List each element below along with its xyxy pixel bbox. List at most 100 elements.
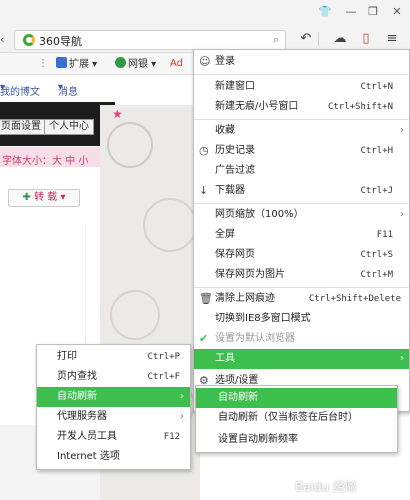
main-menu: ☺ 登录 新建窗口 Ctrl+N 新建无痕/小号窗口 Ctrl+Shift+N …	[193, 49, 410, 412]
more-icon[interactable]: ⋮	[38, 57, 48, 71]
menu-divider	[194, 203, 409, 204]
menu-item-label: 登录	[215, 56, 235, 67]
repost-label: 转 载	[34, 192, 58, 203]
menu-item-label: 开发人员工具	[57, 431, 117, 442]
close-icon[interactable]: ✕	[390, 5, 404, 19]
title-bar: 👕 — ❐ ✕	[0, 0, 410, 27]
menu-item-label: 清除上网痕迹	[215, 293, 275, 304]
nav-label: 我的博文	[0, 87, 40, 98]
menu-item-label: 自动刷新	[57, 391, 97, 402]
menu-item-label: 切换到IE8多窗口模式	[215, 313, 311, 324]
menu-item-new-window[interactable]: 新建窗口 Ctrl+N	[194, 77, 409, 97]
favorite-extensions[interactable]: 扩展 ▾	[56, 57, 97, 72]
plus-icon: ✚	[22, 192, 31, 203]
font-size-large[interactable]: 大	[52, 156, 62, 167]
cloud-icon[interactable]: ☁	[332, 30, 348, 48]
chevron-right-icon: ›	[180, 411, 184, 422]
tools-item-internet-options[interactable]: Internet 选项	[37, 447, 190, 467]
chevron-right-icon: ›	[400, 125, 404, 136]
menu-item-ie8-mode[interactable]: 切换到IE8多窗口模式	[194, 309, 409, 329]
favorite-bank[interactable]: 网银 ▾	[115, 57, 156, 72]
menu-item-label: 新建无痕/小号窗口	[215, 101, 299, 112]
nav-my-posts[interactable]: 我的博文 ▾	[0, 82, 40, 98]
menu-divider	[194, 74, 409, 75]
menu-item-shortcut: Ctrl+J	[360, 186, 393, 196]
menu-item-zoom[interactable]: 网页缩放（100%） ›	[194, 205, 409, 225]
tools-item-auto-refresh[interactable]: 自动刷新 ›	[37, 387, 190, 407]
menu-item-label: 新建窗口	[215, 81, 255, 92]
nav-messages[interactable]: 消息 ▾	[58, 82, 78, 98]
menu-item-label: 广告过滤	[215, 165, 255, 176]
font-size-label: 字体大小：	[2, 156, 52, 167]
tools-item-find[interactable]: 页内查找 Ctrl+F	[37, 367, 190, 387]
menu-item-shortcut: Ctrl+Shift+N	[327, 102, 393, 112]
menu-item-downloader[interactable]: ↓ 下载器 Ctrl+J	[194, 181, 409, 201]
menu-item-login[interactable]: ☺ 登录	[194, 52, 409, 72]
menu-item-tools[interactable]: 工具 ›	[194, 349, 409, 369]
page-settings-button[interactable]: 页面设置	[0, 119, 46, 135]
menu-item-ad-filter[interactable]: 广告过滤	[194, 161, 409, 181]
menu-item-set-default: ✔ 设置为默认浏览器	[194, 329, 409, 349]
menu-item-save-page[interactable]: 保存网页 Ctrl+S	[194, 245, 409, 265]
menu-icon[interactable]: ≡	[384, 30, 400, 48]
menu-item-clear-history[interactable]: 🗑 清除上网痕迹 Ctrl+Shift+Delete	[194, 289, 409, 309]
svg-text:★: ★	[112, 107, 123, 121]
menu-item-shortcut: Ctrl+S	[360, 250, 393, 260]
chevron-right-icon: ›	[400, 353, 404, 364]
download-icon: ↓	[199, 184, 209, 197]
submenu-item-auto-refresh-background[interactable]: 自动刷新（仅当标签在后台时）	[196, 408, 397, 428]
favorite-label: 扩展	[69, 59, 89, 70]
chevron-right-icon: ›	[180, 391, 184, 402]
menu-item-save-as-image[interactable]: 保存网页为图片 Ctrl+M	[194, 265, 409, 285]
submenu-item-auto-refresh[interactable]: 自动刷新	[196, 388, 397, 408]
chevron-left-icon[interactable]: ‹	[0, 31, 12, 49]
menu-item-label: 设置为默认浏览器	[215, 333, 295, 344]
menu-item-shortcut: Ctrl+Shift+Delete	[308, 294, 401, 304]
tools-menu: 打印 Ctrl+P 页内查找 Ctrl+F 自动刷新 › 代理服务器 › 开发人…	[36, 344, 191, 470]
puzzle-icon	[56, 57, 67, 68]
font-size-medium[interactable]: 中	[65, 156, 75, 167]
menu-item-history[interactable]: ◷ 历史记录 Ctrl+H	[194, 141, 409, 161]
menu-item-label: 历史记录	[215, 145, 255, 156]
favorite-ad[interactable]: Ad	[170, 57, 183, 71]
font-size-small[interactable]: 小	[78, 156, 88, 167]
menu-item-label: 收藏	[215, 125, 235, 136]
restore-icon[interactable]: ❐	[366, 5, 380, 19]
search-icon[interactable]: ⌕	[273, 33, 279, 47]
tools-item-print[interactable]: 打印 Ctrl+P	[37, 347, 190, 367]
menu-item-label: 下载器	[215, 185, 245, 196]
tools-item-devtools[interactable]: 开发人员工具 F12	[37, 427, 190, 447]
submenu-item-refresh-frequency[interactable]: 设置自动刷新频率	[196, 430, 397, 450]
menu-item-label: 自动刷新（仅当标签在后台时）	[218, 412, 358, 423]
menu-item-shortcut: Ctrl+P	[147, 352, 180, 362]
menu-item-shortcut: Ctrl+H	[360, 146, 393, 156]
personal-center-button[interactable]: 个人中心	[44, 119, 94, 135]
menu-item-shortcut: F12	[163, 432, 180, 442]
menu-item-label: Internet 选项	[57, 451, 120, 462]
menu-item-new-private-window[interactable]: 新建无痕/小号窗口 Ctrl+Shift+N	[194, 97, 409, 117]
menu-item-shortcut: Ctrl+M	[360, 270, 393, 280]
menu-item-label: 代理服务器	[57, 411, 107, 422]
nav-label: 消息	[58, 87, 78, 98]
chevron-right-icon: ›	[400, 209, 404, 220]
menu-item-shortcut: F11	[376, 230, 393, 240]
favorite-label: 网银	[128, 59, 148, 70]
phone-icon[interactable]: ▯	[358, 30, 374, 48]
menu-item-label: 保存网页	[215, 249, 255, 260]
menu-item-fullscreen[interactable]: 全屏 F11	[194, 225, 409, 245]
logo-360-icon	[23, 34, 35, 46]
undo-icon[interactable]: ↶	[298, 30, 314, 48]
favorite-label: Ad	[170, 58, 184, 69]
auto-refresh-menu: 自动刷新 自动刷新（仅当标签在后台时） 设置自动刷新频率	[195, 385, 398, 453]
menu-item-label: 打印	[57, 351, 77, 362]
address-input[interactable]: 360导航 ⌕	[14, 30, 286, 50]
minimize-icon[interactable]: —	[344, 5, 358, 19]
menu-divider	[194, 287, 409, 288]
repost-button[interactable]: ✚ 转 载 ▾	[8, 189, 80, 207]
menu-item-favorites[interactable]: 收藏 ›	[194, 121, 409, 141]
skin-icon[interactable]: 👕	[318, 5, 332, 19]
toolbar-divider	[318, 32, 319, 46]
tools-item-proxy[interactable]: 代理服务器 ›	[37, 407, 190, 427]
menu-item-label: 设置自动刷新频率	[218, 434, 298, 445]
menu-item-label: 保存网页为图片	[215, 269, 285, 280]
